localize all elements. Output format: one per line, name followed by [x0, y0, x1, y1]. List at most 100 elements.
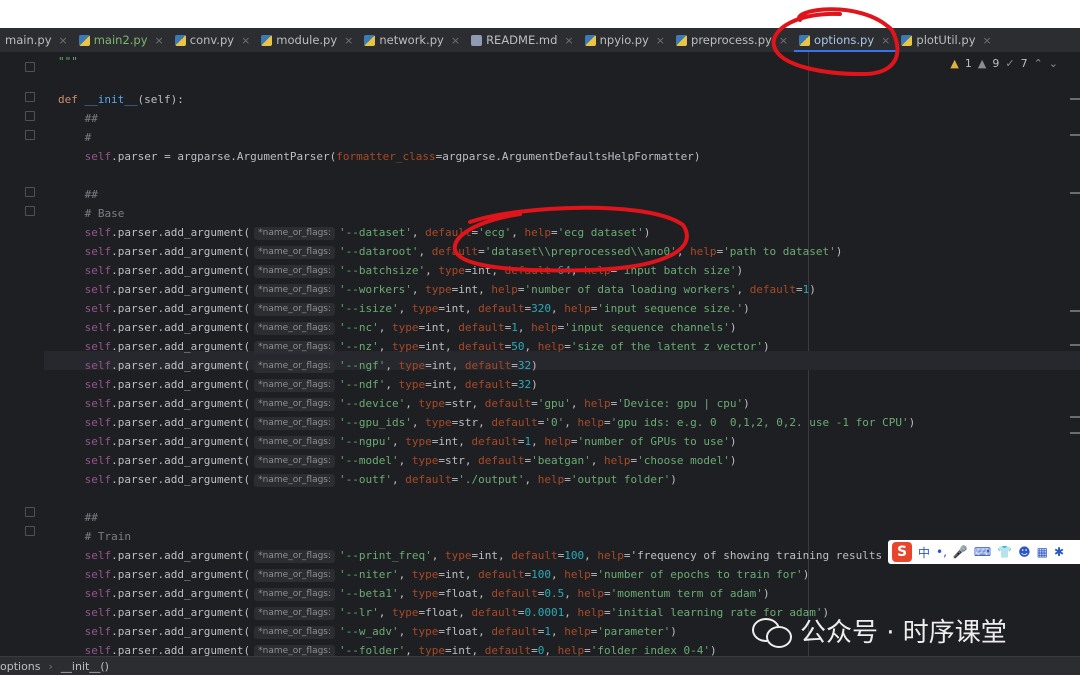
- function-name: __init__: [84, 93, 138, 106]
- self-keyword: self: [84, 397, 112, 410]
- tab-main-py[interactable]: main.py ×: [0, 28, 74, 52]
- code-line: ##: [85, 185, 98, 204]
- tab-npyio-py[interactable]: npyio.py ×: [580, 28, 671, 52]
- fold-marker-icon[interactable]: [25, 92, 35, 102]
- close-icon[interactable]: ×: [344, 34, 353, 47]
- parameter-hint: *name_or_flags:: [254, 417, 336, 430]
- fold-marker-icon[interactable]: [25, 111, 35, 121]
- add-argument-line: self.parser.add_argument(*name_or_flags:…: [85, 603, 829, 622]
- tab-preprocess-py[interactable]: preprocess.py ×: [671, 28, 794, 52]
- skin-icon[interactable]: 👕: [997, 545, 1012, 559]
- tab-label: preprocess.py: [691, 33, 772, 47]
- parameter-hint: *name_or_flags:: [254, 550, 336, 563]
- code-text: .parser.add_argument(: [111, 587, 251, 600]
- comment: ##: [84, 188, 98, 201]
- scrollbar-marker[interactable]: [1070, 192, 1080, 194]
- close-icon[interactable]: ×: [241, 34, 250, 47]
- tab-plotutil-py[interactable]: plotUtil.py ×: [896, 28, 997, 52]
- add-argument-line: self.parser.add_argument(*name_or_flags:…: [85, 223, 650, 242]
- code-editor[interactable]: """ def __init__(self): ## # self.parser = a…: [0, 52, 1080, 658]
- docstring-end: """: [58, 55, 78, 68]
- chevron-down-icon[interactable]: ⌄: [1049, 57, 1058, 70]
- settings-icon[interactable]: ✱: [1054, 545, 1064, 559]
- close-icon[interactable]: ×: [779, 34, 788, 47]
- keyboard-icon[interactable]: ⌨: [974, 545, 991, 559]
- add-argument-line: self.parser.add_argument(*name_or_flags:…: [85, 470, 677, 489]
- watermark-text: 公众号 · 时序课堂: [800, 618, 1007, 648]
- keyword-argument: formatter_class: [336, 150, 436, 163]
- tab-label: README.md: [486, 33, 558, 47]
- add-argument-line: self.parser.add_argument(*name_or_flags:…: [84, 242, 842, 261]
- window-title-strip: [0, 0, 1080, 28]
- fold-marker-icon[interactable]: [25, 507, 35, 517]
- parameter-hint: *name_or_flags:: [254, 360, 336, 373]
- close-icon[interactable]: ×: [881, 34, 890, 47]
- scrollbar-marker[interactable]: [1070, 416, 1080, 418]
- punctuation-icon[interactable]: •,: [936, 545, 947, 559]
- tab-network-py[interactable]: network.py ×: [359, 28, 466, 52]
- scrollbar-marker[interactable]: [1070, 432, 1080, 434]
- breadcrumb: options › __init__(): [0, 656, 1080, 675]
- comment: # Base: [84, 207, 125, 220]
- add-argument-line: self.parser.add_argument(*name_or_flags:…: [85, 565, 809, 584]
- parameter-hint: *name_or_flags:: [254, 246, 336, 259]
- parameter-hint: *name_or_flags:: [254, 398, 336, 411]
- self-keyword: self: [84, 321, 112, 334]
- argument-list: '--ndf', type=int, default=32): [339, 378, 538, 391]
- tab-options-py[interactable]: options.py ×: [794, 28, 897, 52]
- microphone-icon[interactable]: 🎤: [953, 545, 968, 559]
- fold-marker-icon[interactable]: [25, 206, 35, 216]
- tab-readme-md[interactable]: README.md ×: [466, 28, 580, 52]
- fold-marker-icon[interactable]: [25, 187, 35, 197]
- breadcrumb-file[interactable]: options: [0, 660, 41, 673]
- breadcrumb-method[interactable]: __init__(): [61, 660, 109, 673]
- parameter-hint: *name_or_flags:: [254, 284, 336, 297]
- fold-marker-icon[interactable]: [25, 62, 35, 72]
- argument-list: '--print_freq', type=int, default=100, h…: [339, 549, 916, 562]
- self-keyword: self: [84, 587, 112, 600]
- close-icon[interactable]: ×: [155, 34, 164, 47]
- ime-language-toggle[interactable]: 中: [918, 544, 930, 561]
- self-keyword: self: [84, 359, 112, 372]
- sogou-logo-icon[interactable]: S: [892, 542, 912, 562]
- code-text: .parser.add_argument(: [111, 283, 251, 296]
- argument-list: '--ngf', type=int, default=32): [339, 359, 538, 372]
- chevron-up-icon[interactable]: ⌃: [1034, 57, 1043, 70]
- close-icon[interactable]: ×: [59, 34, 68, 47]
- tab-conv-py[interactable]: conv.py ×: [170, 28, 257, 52]
- close-icon[interactable]: ×: [983, 34, 992, 47]
- python-file-icon: [799, 34, 811, 46]
- inspection-widget[interactable]: ▲ 1 ▲ 9 ✓ 7 ⌃ ⌄: [950, 57, 1058, 70]
- self-keyword: self: [84, 378, 112, 391]
- parameter-hint: *name_or_flags:: [254, 322, 336, 335]
- tab-main2-py[interactable]: main2.py ×: [74, 28, 170, 52]
- self-keyword: self: [84, 549, 112, 562]
- ime-toolbar[interactable]: S 中 •, 🎤 ⌨ 👕 ☻ ▦ ✱: [888, 540, 1080, 564]
- tab-module-py[interactable]: module.py ×: [256, 28, 359, 52]
- code-line: """: [58, 52, 78, 71]
- self-keyword: self: [84, 416, 112, 429]
- close-icon[interactable]: ×: [656, 34, 665, 47]
- close-icon[interactable]: ×: [451, 34, 460, 47]
- close-icon[interactable]: ×: [564, 34, 573, 47]
- code-text: .parser = argparse.ArgumentParser(: [111, 150, 337, 163]
- add-argument-line: self.parser.add_argument(*name_or_flags:…: [85, 356, 538, 375]
- toolbox-icon[interactable]: ▦: [1037, 545, 1048, 559]
- self-keyword: self: [84, 150, 112, 163]
- argument-list: '--beta1', type=float, default=0.5, help…: [339, 587, 770, 600]
- fold-marker-icon[interactable]: [25, 526, 35, 536]
- parameter-hint: *name_or_flags:: [254, 379, 336, 392]
- comment: # Train: [84, 530, 131, 543]
- self-keyword: self: [84, 245, 112, 258]
- emoji-icon[interactable]: ☻: [1018, 545, 1031, 559]
- scrollbar-marker[interactable]: [1070, 344, 1080, 346]
- argument-list: '--nc', type=int, default=1, help='input…: [339, 321, 737, 334]
- argument-list: '--gpu_ids', type=str, default='0', help…: [339, 416, 916, 429]
- parameter-hint: *name_or_flags:: [254, 227, 336, 240]
- fold-marker-icon[interactable]: [25, 130, 35, 140]
- scrollbar-marker[interactable]: [1070, 98, 1080, 100]
- argument-list: '--device', type=str, default='gpu', hel…: [339, 397, 750, 410]
- scrollbar-marker[interactable]: [1070, 134, 1080, 136]
- add-argument-line: self.parser.add_argument(*name_or_flags:…: [84, 413, 916, 432]
- scrollbar-marker[interactable]: [1070, 310, 1080, 312]
